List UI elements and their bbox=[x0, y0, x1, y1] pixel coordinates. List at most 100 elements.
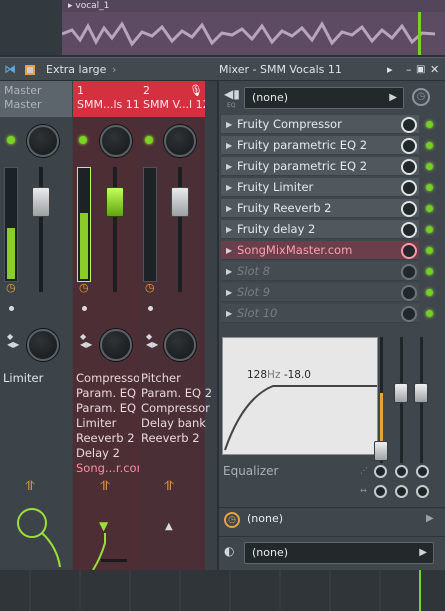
slot-enable-led[interactable] bbox=[426, 310, 433, 317]
mixer-slot-4[interactable]: ▶ Fruity Limiter bbox=[221, 178, 419, 197]
output-icon[interactable]: ◐ bbox=[224, 544, 234, 558]
clock-icon[interactable]: ◷ bbox=[412, 88, 430, 106]
effect-name: Pitcher bbox=[141, 371, 181, 385]
stereo-knob[interactable] bbox=[100, 329, 132, 361]
stereo-knob[interactable] bbox=[164, 329, 196, 361]
channel-enable-led[interactable] bbox=[7, 136, 15, 144]
eq-low-bw-knob[interactable] bbox=[374, 485, 387, 498]
mixer-slot-10[interactable]: ▶ Slot 10 bbox=[221, 304, 419, 323]
swap-arrows-icon[interactable]: ◆ ◀▶ bbox=[146, 333, 158, 349]
equalizer-graph[interactable]: 128Hz -18.0 bbox=[222, 337, 378, 455]
send-arrow-up-icon[interactable]: ▲ bbox=[165, 521, 173, 532]
channel-enable-led[interactable] bbox=[79, 136, 87, 144]
mixer-slot-3[interactable]: ▶ Fruity parametric EQ 2 bbox=[221, 157, 419, 176]
minimize-icon[interactable]: – bbox=[406, 58, 412, 82]
stereo-knob[interactable] bbox=[27, 329, 59, 361]
slot-enable-led[interactable] bbox=[426, 163, 433, 170]
slot-enable-led[interactable] bbox=[426, 184, 433, 191]
channel-header[interactable]: 1 SMM...ls 11 bbox=[73, 81, 139, 117]
swap-arrows-icon[interactable]: ◆ ◀▶ bbox=[7, 333, 19, 349]
slot-arrow-icon: ▶ bbox=[226, 267, 233, 276]
slot-enable-led[interactable] bbox=[426, 247, 433, 254]
mixer-slot-9[interactable]: ▶ Slot 9 bbox=[221, 283, 419, 302]
slot-mix-knob[interactable] bbox=[401, 222, 417, 238]
slot-enable-led[interactable] bbox=[426, 226, 433, 233]
channel-header[interactable]: Master Master bbox=[0, 81, 72, 117]
channel-strip-master[interactable]: Master Master ◷ ◆ ◀▶ Limiter ⥣ bbox=[0, 81, 72, 570]
zoom-label[interactable]: Extra large bbox=[46, 58, 106, 82]
mixer-slot-8[interactable]: ▶ Slot 8 bbox=[221, 262, 419, 281]
eq-band-low-slider[interactable] bbox=[374, 441, 388, 461]
output-route-dropdown[interactable]: (none) ▶ bbox=[244, 542, 434, 564]
record-dot[interactable] bbox=[9, 306, 14, 311]
route-arrow-icon[interactable]: ⥣ bbox=[25, 479, 34, 494]
slot-enable-led[interactable] bbox=[426, 142, 433, 149]
view-mode-icon[interactable] bbox=[25, 65, 35, 75]
slot-enable-led[interactable] bbox=[426, 268, 433, 275]
record-dot[interactable] bbox=[148, 306, 153, 311]
pan-knob[interactable] bbox=[27, 125, 59, 157]
volume-fader[interactable] bbox=[32, 187, 50, 217]
pan-knob[interactable] bbox=[164, 125, 196, 157]
eq-mid-bw-knob[interactable] bbox=[395, 485, 408, 498]
effect-name: Delay 2 bbox=[76, 446, 120, 460]
channel-strips-area: Master Master ◷ ◆ ◀▶ Limiter ⥣ 1 SMM...ls… bbox=[0, 81, 217, 570]
slot-enable-led[interactable] bbox=[426, 289, 433, 296]
slot-mix-knob[interactable] bbox=[401, 306, 417, 322]
slot-label: Slot 9 bbox=[237, 285, 271, 299]
slot-enable-led[interactable] bbox=[426, 205, 433, 212]
eq-band-mid-slider[interactable] bbox=[394, 383, 408, 403]
channel-strip-1[interactable]: 1 SMM...ls 11 ◷ ◆ ◀▶ Compressor Param. EQ… bbox=[73, 81, 148, 570]
slot-mix-knob[interactable] bbox=[401, 117, 417, 133]
speaker-icon[interactable]: ◀▮ bbox=[224, 87, 240, 101]
pan-knob[interactable] bbox=[100, 125, 132, 157]
route-arrow-icon[interactable]: ⥣ bbox=[100, 479, 109, 494]
eq-high-freq-knob[interactable] bbox=[416, 465, 429, 478]
send-arrow-down-icon[interactable]: ▼ bbox=[99, 519, 108, 533]
slot-mix-knob[interactable] bbox=[401, 243, 417, 259]
chevron-right-icon[interactable]: › bbox=[112, 58, 116, 82]
peak-meter bbox=[4, 167, 18, 282]
slot-mix-knob[interactable] bbox=[401, 159, 417, 175]
mixer-slot-6[interactable]: ▶ Fruity delay 2 bbox=[221, 220, 419, 239]
maximize-icon[interactable]: ▣ bbox=[416, 58, 425, 82]
clock-icon[interactable]: ◷ bbox=[79, 281, 89, 294]
eq-mid-freq-knob[interactable] bbox=[395, 465, 408, 478]
route-arrow-icon[interactable]: ⥣ bbox=[164, 479, 173, 494]
slot-mix-knob[interactable] bbox=[401, 201, 417, 217]
swap-arrows-icon[interactable]: ◆ ◀▶ bbox=[80, 333, 92, 349]
mixer-slot-2[interactable]: ▶ Fruity parametric EQ 2 bbox=[221, 136, 419, 155]
record-dot[interactable] bbox=[82, 306, 87, 311]
input-route[interactable]: (none) bbox=[247, 512, 283, 525]
audio-clip-header[interactable]: ▸ vocal_1 bbox=[62, 0, 445, 12]
input-clock-icon[interactable]: ◷ bbox=[224, 512, 240, 528]
close-icon[interactable]: ✕ bbox=[430, 58, 439, 82]
audio-clip-waveform[interactable] bbox=[61, 12, 445, 55]
eq-high-bw-knob[interactable] bbox=[416, 485, 429, 498]
mixer-slot-7[interactable]: ▶ SongMixMaster.com bbox=[221, 241, 419, 260]
volume-fader[interactable] bbox=[106, 187, 124, 217]
slot-label: Slot 8 bbox=[237, 264, 271, 278]
slot-enable-led[interactable] bbox=[426, 121, 433, 128]
mixer-slot-1[interactable]: ▶ Fruity Compressor bbox=[221, 115, 419, 134]
eq-band-high-slider[interactable] bbox=[414, 383, 428, 403]
clock-icon[interactable]: ◷ bbox=[145, 281, 155, 294]
volume-fader[interactable] bbox=[171, 187, 189, 217]
menu-arrow-icon[interactable]: ▸ bbox=[387, 58, 393, 82]
preset-dropdown[interactable]: (none) ▶ bbox=[244, 87, 404, 109]
eq-low-freq-knob[interactable] bbox=[374, 465, 387, 478]
channel-strip-2[interactable]: 2 SMM V...l 12 🎙 ◷ ◆ ◀▶ Pitcher Param. EQ… bbox=[139, 81, 212, 570]
slot-mix-knob[interactable] bbox=[401, 180, 417, 196]
eq-tag: EQ bbox=[227, 102, 236, 109]
slot-mix-knob[interactable] bbox=[401, 138, 417, 154]
input-arrow-icon[interactable]: ▶ bbox=[426, 513, 434, 524]
clock-icon[interactable]: ◷ bbox=[6, 281, 16, 294]
slot-arrow-icon: ▶ bbox=[226, 309, 233, 318]
slot-mix-knob[interactable] bbox=[401, 264, 417, 280]
mixer-title-bar: ⧒ Extra large › Mixer - SMM Vocals 11 ▸ … bbox=[0, 57, 445, 81]
slot-mix-knob[interactable] bbox=[401, 285, 417, 301]
slot-arrow-icon: ▶ bbox=[226, 120, 233, 129]
window-title: Mixer - SMM Vocals 11 bbox=[219, 63, 342, 76]
channel-enable-led[interactable] bbox=[145, 136, 153, 144]
mixer-slot-5[interactable]: ▶ Fruity Reeverb 2 bbox=[221, 199, 419, 218]
